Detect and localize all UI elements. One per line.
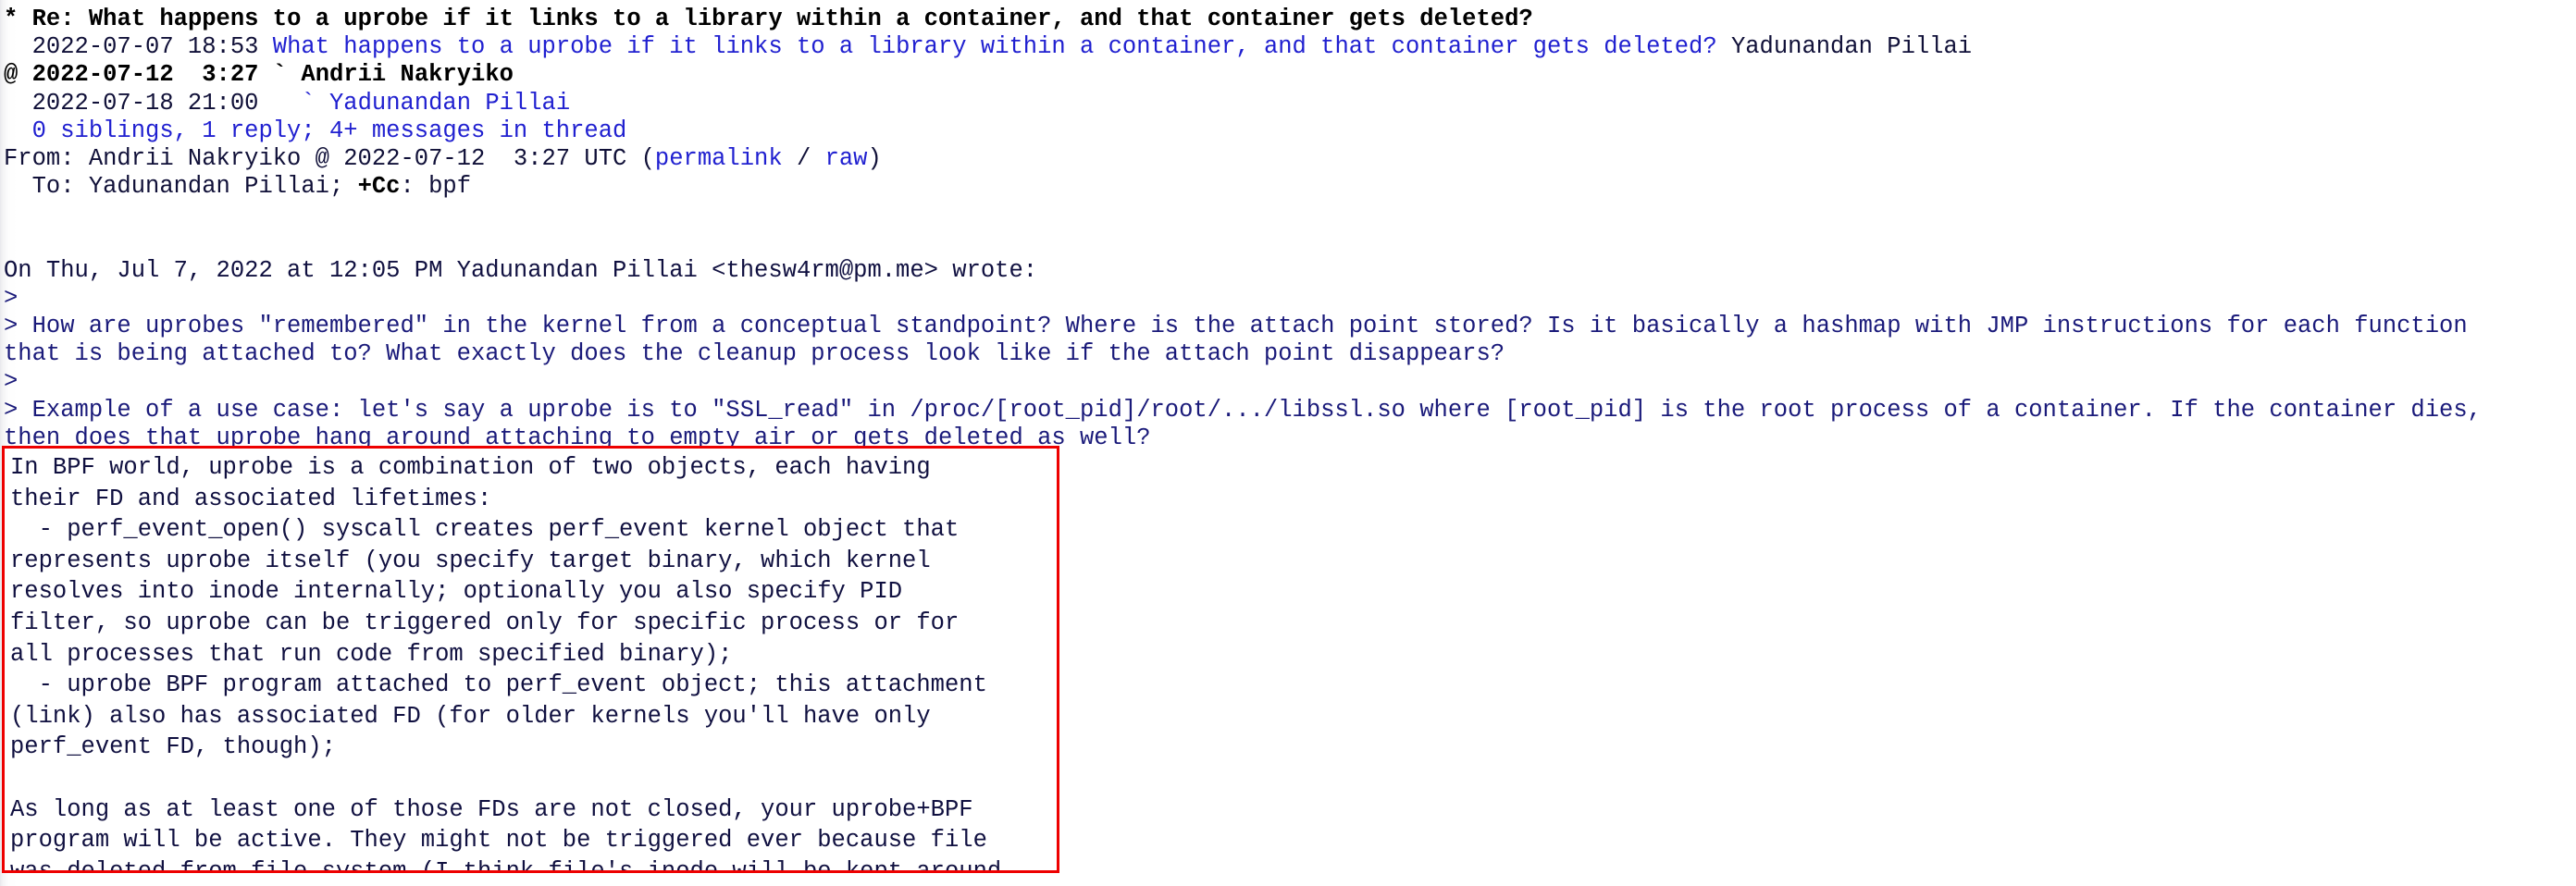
- subject-marker: *: [4, 6, 19, 32]
- answer-line-11: As long as at least one of those FDs are…: [10, 795, 973, 823]
- highlighted-answer-box: In BPF world, uprobe is a combination of…: [2, 446, 1059, 873]
- answer-line-10: [10, 763, 1057, 794]
- quote-line-3: >: [4, 368, 19, 396]
- thread-row-0-author: Yadunandan Pillai: [1730, 33, 1973, 61]
- answer-line-13: was deleted from file system (I think fi…: [10, 857, 1002, 873]
- thread-subject-line: * Re: What happens to a uprobe if it lin…: [4, 6, 2576, 33]
- answer-line-3: represents uprobe itself (you specify ta…: [10, 547, 931, 574]
- thread-row-1: @ 2022-07-12 3:27 ` Andrii Nakryiko: [4, 61, 2576, 89]
- to-line: To: Yadunandan Pillai; +Cc: bpf: [4, 173, 2576, 201]
- link-separator: /: [782, 144, 825, 172]
- thread-row-0-subject-link[interactable]: What happens to a uprobe if it links to …: [273, 33, 1717, 60]
- message-page: * Re: What happens to a uprobe if it lin…: [0, 0, 2576, 886]
- thread-row-2: 2022-07-18 21:00 ` Yadunandan Pillai: [4, 90, 2576, 117]
- thread-row-1-marker: @: [4, 61, 19, 89]
- thread-row-0: 2022-07-07 18:53 What happens to a uprob…: [4, 33, 2576, 61]
- thread-row-2-date: 2022-07-18 21:00: [31, 89, 259, 117]
- to-suffix: : bpf: [400, 173, 471, 201]
- answer-line-7: - uprobe BPF program attached to perf_ev…: [10, 671, 987, 699]
- answer-line-9: perf_event FD, though);: [10, 733, 336, 761]
- thread-row-2-indent: `: [301, 89, 316, 117]
- thread-summary[interactable]: 0 siblings, 1 reply; 4+ messages in thre…: [32, 117, 627, 144]
- permalink-link[interactable]: permalink: [655, 145, 783, 172]
- spacer-line-2: [4, 229, 2576, 257]
- answer-line-6: all processes that run code from specifi…: [10, 640, 733, 668]
- highlighted-answer-text: In BPF world, uprobe is a combination of…: [10, 452, 1057, 873]
- answer-line-1: their FD and associated lifetimes:: [10, 485, 492, 512]
- thread-subject: Re: What happens to a uprobe if it links…: [31, 6, 1533, 32]
- quote-line-2: that is being attached to? What exactly …: [4, 340, 1505, 368]
- answer-line-5: filter, so uprobe can be triggered only …: [10, 609, 960, 636]
- answer-line-4: resolves into inode internally; optional…: [10, 578, 903, 606]
- answer-line-2: - perf_event_open() syscall creates perf…: [10, 516, 960, 544]
- cc-label: +Cc: [357, 173, 401, 201]
- thread-row-1-date: 2022-07-12 3:27: [31, 61, 259, 89]
- thread-row-1-author: Andrii Nakryiko: [301, 61, 514, 89]
- from-suffix: ): [867, 144, 882, 172]
- spacer-line-1: [4, 201, 2576, 228]
- quote-line-1: > How are uprobes "remembered" in the ke…: [4, 313, 2468, 340]
- raw-link[interactable]: raw: [825, 145, 868, 172]
- thread-row-2-author-link[interactable]: Yadunandan Pillai: [329, 90, 570, 117]
- answer-line-12: program will be active. They might not b…: [10, 827, 987, 855]
- to-prefix: To: Yadunandan Pillai;: [4, 173, 358, 201]
- thread-row-0-date: 2022-07-07 18:53: [31, 33, 259, 61]
- quote-line-4: > Example of a use case: let's say a upr…: [4, 396, 2482, 424]
- thread-row-1-indent: `: [272, 61, 288, 89]
- answer-line-0: In BPF world, uprobe is a combination of…: [10, 454, 931, 481]
- answer-line-8: (link) also has associated FD (for older…: [10, 702, 931, 730]
- quote-line-0: >: [4, 284, 19, 312]
- thread-and-message-text: * Re: What happens to a uprobe if it lin…: [0, 0, 2576, 452]
- quote-attribution: On Thu, Jul 7, 2022 at 12:05 PM Yadunand…: [4, 256, 1038, 284]
- from-line: From: Andrii Nakryiko @ 2022-07-12 3:27 …: [4, 145, 2576, 173]
- from-prefix: From: Andrii Nakryiko @ 2022-07-12 3:27 …: [4, 144, 655, 172]
- thread-summary-line: 0 siblings, 1 reply; 4+ messages in thre…: [4, 117, 2576, 145]
